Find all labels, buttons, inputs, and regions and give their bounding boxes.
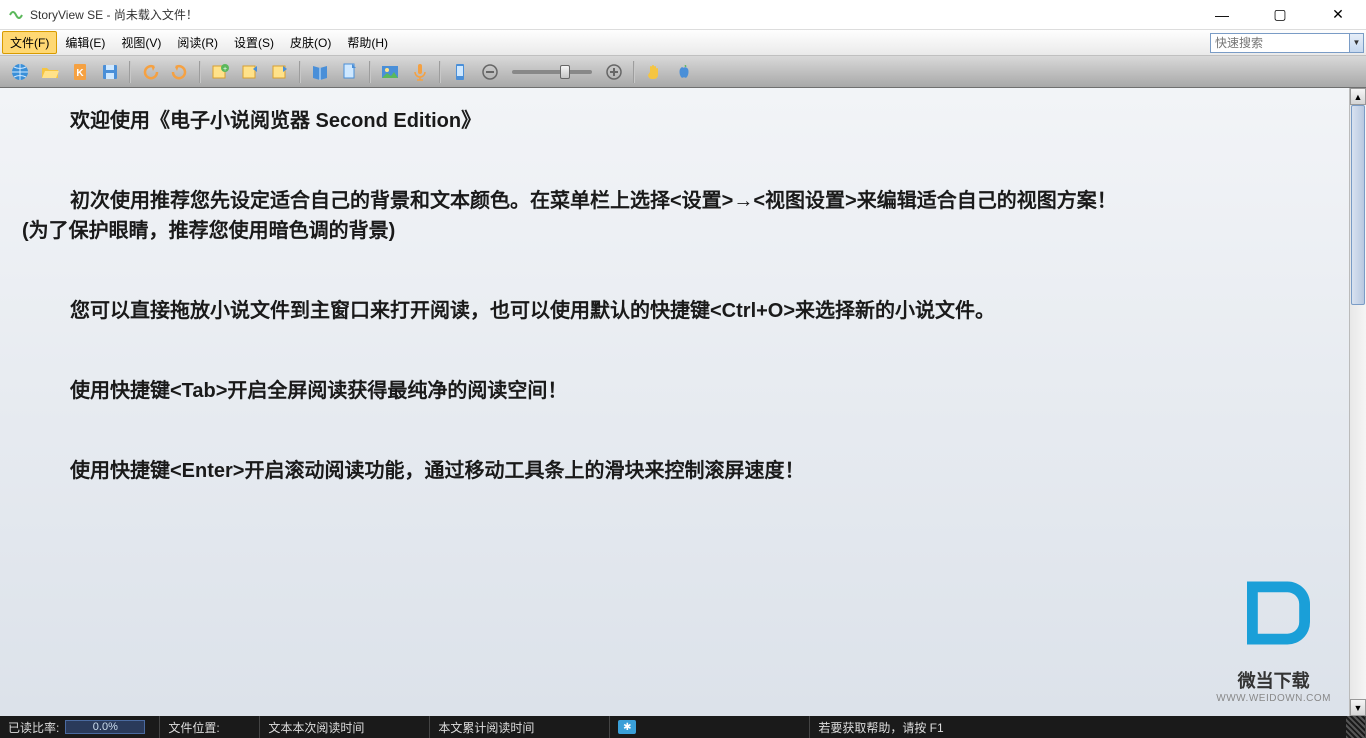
status-help-hint: 若要获取帮助，请按 F1 bbox=[810, 716, 1346, 738]
bookmark-prev-icon[interactable] bbox=[238, 60, 262, 84]
toolbar-separator bbox=[199, 61, 201, 83]
window-title: StoryView SE - 尚未载入文件！ bbox=[30, 6, 1202, 23]
app-icon bbox=[8, 7, 24, 23]
watermark-logo-icon bbox=[1229, 568, 1319, 658]
save-icon[interactable] bbox=[98, 60, 122, 84]
apple-icon[interactable] bbox=[672, 60, 696, 84]
menubar: 文件(F) 编辑(E) 视图(V) 阅读(R) 设置(S) 皮肤(O) 帮助(H… bbox=[0, 30, 1366, 56]
menu-read[interactable]: 阅读(R) bbox=[169, 31, 226, 54]
search-dropdown-button[interactable]: ▼ bbox=[1350, 33, 1364, 53]
slider-thumb[interactable] bbox=[560, 65, 570, 79]
menu-skin[interactable]: 皮肤(O) bbox=[282, 31, 339, 54]
menu-file[interactable]: 文件(F) bbox=[2, 31, 57, 54]
repeat-left-icon[interactable] bbox=[138, 60, 162, 84]
status-file-position: 文件位置: bbox=[160, 716, 260, 738]
close-button[interactable]: ✕ bbox=[1318, 3, 1358, 27]
phone-icon[interactable] bbox=[448, 60, 472, 84]
scroll-down-button[interactable]: ▼ bbox=[1350, 699, 1366, 716]
titlebar: StoryView SE - 尚未载入文件！ — ▢ ✕ bbox=[0, 0, 1366, 30]
statusbar: 已读比率: 0.0% 文件位置: 文本本次阅读时间 本文累计阅读时间 ✱ 若要获… bbox=[0, 716, 1366, 738]
page-icon[interactable] bbox=[338, 60, 362, 84]
watermark: 微当下载 WWW.WEIDOWN.COM bbox=[1216, 568, 1331, 704]
content-paragraph: (为了保护眼睛，推荐您使用暗色调的背景) bbox=[10, 216, 1356, 246]
content-paragraph: 使用快捷键<Enter>开启滚动阅读功能，通过移动工具条上的滑块来控制滚屏速度！ bbox=[10, 456, 1356, 486]
svg-text:+: + bbox=[223, 66, 227, 73]
resize-grip[interactable] bbox=[1346, 716, 1366, 738]
zoom-slider[interactable] bbox=[512, 70, 592, 74]
watermark-url: WWW.WEIDOWN.COM bbox=[1216, 693, 1331, 704]
status-read-ratio: 已读比率: 0.0% bbox=[0, 716, 160, 738]
image-icon[interactable] bbox=[378, 60, 402, 84]
toolbar-separator bbox=[369, 61, 371, 83]
scroll-up-button[interactable]: ▲ bbox=[1350, 88, 1366, 105]
status-badge-icon: ✱ bbox=[618, 720, 636, 734]
bookmark-add-icon[interactable]: + bbox=[208, 60, 232, 84]
window-controls: — ▢ ✕ bbox=[1202, 3, 1358, 27]
clipboard-k-icon[interactable]: K bbox=[68, 60, 92, 84]
toolbar-separator bbox=[129, 61, 131, 83]
open-folder-icon[interactable] bbox=[38, 60, 62, 84]
toolbar-separator bbox=[439, 61, 441, 83]
read-ratio-progress: 0.0% bbox=[65, 720, 145, 734]
vertical-scrollbar[interactable]: ▲ ▼ bbox=[1349, 88, 1366, 716]
menu-edit[interactable]: 编辑(E) bbox=[57, 31, 113, 54]
toolbar-separator bbox=[633, 61, 635, 83]
content-paragraph: 使用快捷键<Tab>开启全屏阅读获得最纯净的阅读空间！ bbox=[10, 376, 1356, 406]
zoom-out-icon[interactable] bbox=[478, 60, 502, 84]
minimize-button[interactable]: — bbox=[1202, 3, 1242, 27]
content-paragraph: 初次使用推荐您先设定适合自己的背景和文本颜色。在菜单栏上选择<设置>→<视图设置… bbox=[10, 186, 1356, 216]
mic-icon[interactable] bbox=[408, 60, 432, 84]
watermark-text: 微当下载 bbox=[1216, 667, 1331, 693]
welcome-heading: 欢迎使用《电子小说阅览器 Second Edition》 bbox=[10, 106, 1356, 136]
book-icon[interactable] bbox=[308, 60, 332, 84]
globe-icon[interactable] bbox=[8, 60, 32, 84]
zoom-in-icon[interactable] bbox=[602, 60, 626, 84]
toolbar: K + bbox=[0, 56, 1366, 88]
status-total-time: 本文累计阅读时间 bbox=[430, 716, 610, 738]
reader-content: 欢迎使用《电子小说阅览器 Second Edition》 初次使用推荐您先设定适… bbox=[0, 88, 1366, 716]
svg-text:K: K bbox=[76, 68, 84, 79]
toolbar-separator bbox=[299, 61, 301, 83]
menu-settings[interactable]: 设置(S) bbox=[226, 31, 282, 54]
content-paragraph: 您可以直接拖放小说文件到主窗口来打开阅读，也可以使用默认的快捷键<Ctrl+O>… bbox=[10, 296, 1356, 326]
hand-icon[interactable] bbox=[642, 60, 666, 84]
search-input[interactable] bbox=[1210, 33, 1350, 53]
scrollbar-thumb[interactable] bbox=[1351, 105, 1365, 305]
menu-help[interactable]: 帮助(H) bbox=[339, 31, 396, 54]
status-session-time: 文本本次阅读时间 bbox=[260, 716, 430, 738]
menu-view[interactable]: 视图(V) bbox=[113, 31, 169, 54]
bookmark-next-icon[interactable] bbox=[268, 60, 292, 84]
maximize-button[interactable]: ▢ bbox=[1260, 3, 1300, 27]
repeat-right-icon[interactable] bbox=[168, 60, 192, 84]
status-indicator: ✱ bbox=[610, 716, 810, 738]
